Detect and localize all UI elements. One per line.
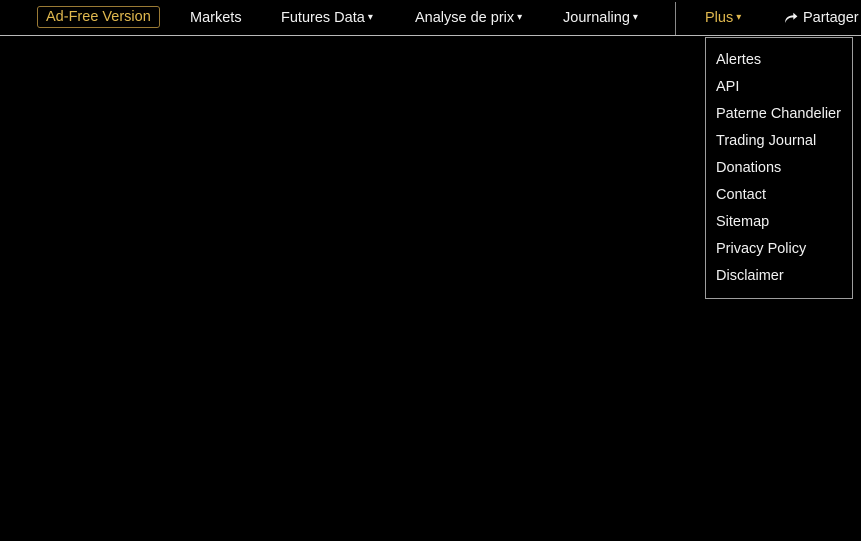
chevron-down-icon: ▾ xyxy=(517,12,523,23)
nav-item-plus[interactable]: Plus ▾ xyxy=(705,8,741,30)
ad-free-version-button[interactable]: Ad-Free Version xyxy=(37,6,160,28)
nav-item-markets-label: Markets xyxy=(190,10,242,26)
chevron-down-icon: ▾ xyxy=(367,12,373,23)
top-navbar: Ad-Free Version Markets Futures Data ▾ An… xyxy=(0,0,861,36)
chevron-down-icon: ▾ xyxy=(736,12,742,23)
dropdown-item-contact[interactable]: Contact xyxy=(706,182,852,209)
dropdown-item-privacy-policy[interactable]: Privacy Policy xyxy=(706,236,852,263)
share-arrow-icon xyxy=(784,10,798,30)
create-alert-modal xyxy=(0,37,705,541)
nav-item-analyse-de-prix-label: Analyse de prix xyxy=(415,10,515,26)
page-root: Ad-Free Version Markets Futures Data ▾ An… xyxy=(0,0,861,541)
nav-item-futures-data-label: Futures Data xyxy=(281,10,365,26)
dropdown-item-sitemap[interactable]: Sitemap xyxy=(706,209,852,236)
ad-free-version-label: Ad-Free Version xyxy=(46,9,151,25)
nav-item-journaling-label: Journaling xyxy=(563,10,630,26)
dropdown-item-trading-journal[interactable]: Trading Journal xyxy=(706,128,852,155)
dropdown-item-disclaimer[interactable]: Disclaimer xyxy=(706,263,852,290)
plus-dropdown-menu: Alertes API Paterne Chandelier Trading J… xyxy=(705,37,853,299)
nav-item-share[interactable]: Partager xyxy=(784,8,859,28)
nav-item-plus-label: Plus xyxy=(705,10,734,26)
chevron-down-icon: ▾ xyxy=(632,12,638,23)
dropdown-item-alertes[interactable]: Alertes xyxy=(706,47,852,74)
dropdown-item-api[interactable]: API xyxy=(706,74,852,101)
dropdown-item-donations[interactable]: Donations xyxy=(706,155,852,182)
nav-item-futures-data[interactable]: Futures Data ▾ xyxy=(281,8,373,30)
nav-item-share-label: Partager xyxy=(803,10,859,26)
navbar-divider xyxy=(675,2,676,35)
nav-item-markets[interactable]: Markets xyxy=(190,8,242,28)
nav-item-journaling[interactable]: Journaling ▾ xyxy=(563,8,638,30)
dropdown-item-paterne-chandelier[interactable]: Paterne Chandelier xyxy=(706,101,852,128)
nav-item-analyse-de-prix[interactable]: Analyse de prix ▾ xyxy=(415,8,522,30)
